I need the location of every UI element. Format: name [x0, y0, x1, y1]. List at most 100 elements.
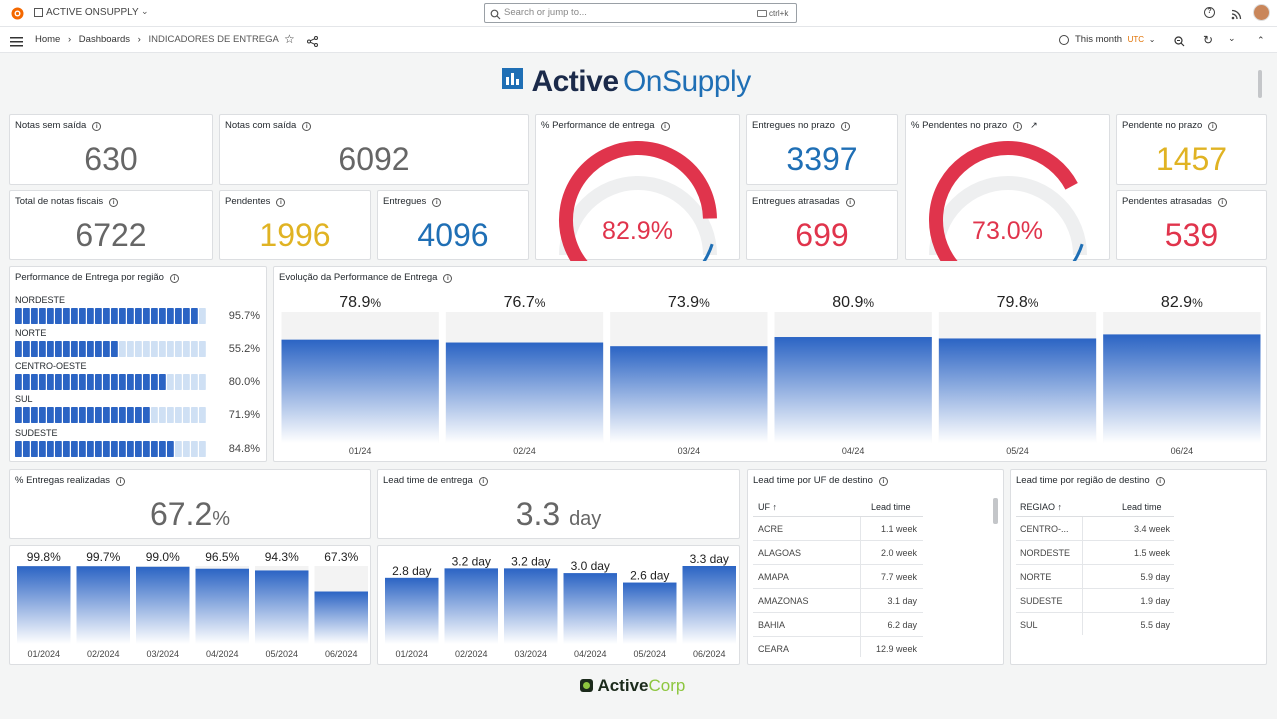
- info-icon[interactable]: i: [1208, 122, 1218, 131]
- bar[interactable]: [385, 577, 439, 644]
- chevron-down-icon[interactable]: ⌄: [141, 6, 149, 17]
- info-icon[interactable]: i: [169, 274, 179, 283]
- info-icon[interactable]: i: [116, 477, 126, 486]
- column-header-lead-time[interactable]: Lead time: [871, 502, 911, 512]
- column-header-label: UF: [758, 502, 770, 512]
- bar[interactable]: [444, 568, 499, 644]
- region-bar-segment-filled: [167, 308, 174, 324]
- info-icon[interactable]: i: [92, 122, 102, 131]
- clock-icon: [1059, 35, 1069, 45]
- panel-pendentes: Pendentes i 1996: [219, 190, 371, 260]
- bar[interactable]: [281, 339, 439, 443]
- table-row[interactable]: NORDESTE 1.5 week: [1016, 541, 1174, 565]
- scrollbar-thumb[interactable]: [1258, 70, 1262, 98]
- table-row[interactable]: AMAPA 7.7 week: [753, 565, 923, 589]
- region-bar-segment-filled: [95, 407, 102, 423]
- region-bar-segment-empty: [183, 374, 190, 390]
- bar[interactable]: [682, 566, 737, 644]
- region-label: SUL: [15, 394, 33, 404]
- info-icon[interactable]: i: [845, 198, 855, 207]
- region-label: NORDESTE: [15, 295, 66, 305]
- bar[interactable]: [445, 342, 604, 443]
- info-icon[interactable]: i: [878, 477, 888, 486]
- info-icon[interactable]: i: [443, 274, 453, 283]
- x-tick-label: 02/2024: [87, 649, 120, 659]
- info-icon[interactable]: i: [432, 198, 442, 207]
- column-header-uf[interactable]: UF ↑: [758, 502, 777, 512]
- breadcrumb-home[interactable]: Home: [35, 34, 60, 45]
- user-avatar[interactable]: [1253, 4, 1270, 21]
- table-scrollbar[interactable]: [993, 498, 998, 524]
- table-row[interactable]: SUDESTE 1.9 day: [1016, 589, 1174, 613]
- search-input[interactable]: Search or jump to... ctrl+k: [484, 3, 797, 23]
- table-row[interactable]: CEARA 12.9 week: [753, 637, 923, 657]
- table-row[interactable]: ACRE 1.1 week: [753, 517, 923, 541]
- table-row[interactable]: SUL 5.5 day: [1016, 613, 1174, 635]
- bar[interactable]: [76, 566, 131, 644]
- panel-title: Performance de Entrega por região: [15, 272, 164, 283]
- region-bar-segment-filled: [159, 441, 166, 457]
- active-corp-logo: ActiveCorp: [580, 676, 685, 696]
- bar[interactable]: [255, 570, 309, 644]
- region-label: SUDESTE: [15, 428, 58, 438]
- region-bar-segment-filled: [23, 407, 30, 423]
- star-icon[interactable]: ☆: [284, 32, 295, 46]
- info-icon[interactable]: i: [109, 198, 119, 207]
- app-title[interactable]: ACTIVE ONSUPPLY: [46, 7, 139, 18]
- column-header-lead-time[interactable]: Lead time: [1122, 502, 1162, 512]
- refresh-icon[interactable]: ↻: [1203, 33, 1213, 47]
- region-bar-segment-filled: [103, 441, 110, 457]
- info-icon[interactable]: i: [1155, 477, 1165, 486]
- bar[interactable]: [136, 566, 190, 644]
- stat-value: 6722: [75, 217, 147, 253]
- x-tick-label: 03/2024: [514, 649, 547, 659]
- table-row[interactable]: ALAGOAS 2.0 week: [753, 541, 923, 565]
- breadcrumb-dashboards[interactable]: Dashboards: [79, 34, 130, 45]
- table-row[interactable]: BAHIA 6.2 day: [753, 613, 923, 637]
- menu-icon[interactable]: [10, 34, 23, 47]
- region-bar-segment-filled: [55, 441, 62, 457]
- info-icon[interactable]: i: [478, 477, 488, 486]
- bar[interactable]: [938, 338, 1097, 443]
- region-bar-segment-filled: [39, 407, 46, 423]
- active-corp-icon: [580, 679, 593, 692]
- rss-icon[interactable]: [1231, 7, 1242, 25]
- panel-title: Entregues: [383, 196, 427, 207]
- bar-value-label: 80.9%: [832, 294, 874, 311]
- stat-value: 67.2%: [10, 496, 370, 533]
- region-bar-segment-filled: [159, 374, 166, 390]
- region-bar-segment-filled: [79, 374, 86, 390]
- cell-regiao: SUDESTE: [1020, 596, 1063, 606]
- x-tick-label: 05/2024: [633, 649, 666, 659]
- bar[interactable]: [195, 568, 250, 644]
- bar[interactable]: [504, 568, 558, 644]
- grafana-logo-icon[interactable]: [10, 6, 25, 21]
- info-icon[interactable]: i: [1217, 198, 1227, 207]
- table-row[interactable]: CENTRO-... 3.4 week: [1016, 517, 1174, 541]
- info-icon[interactable]: i: [302, 122, 312, 131]
- bar[interactable]: [623, 582, 677, 644]
- refresh-chevron-down-icon[interactable]: ⌄: [1228, 33, 1236, 44]
- column-header-regiao[interactable]: REGIAO ↑: [1020, 502, 1062, 512]
- info-icon[interactable]: i: [276, 198, 286, 207]
- time-range-picker[interactable]: This month UTC ⌄: [1075, 34, 1155, 45]
- bar[interactable]: [17, 566, 71, 644]
- region-bar-segment-filled: [159, 308, 166, 324]
- region-bar-segment-filled: [87, 374, 94, 390]
- region-bar-segment-empty: [191, 341, 198, 357]
- table-row[interactable]: NORTE 5.9 day: [1016, 565, 1174, 589]
- zoom-out-icon[interactable]: [1174, 34, 1185, 52]
- bar[interactable]: [774, 337, 932, 443]
- share-icon[interactable]: [307, 34, 318, 52]
- bar[interactable]: [563, 573, 618, 644]
- collapse-chevron-up-icon[interactable]: ⌃: [1257, 35, 1265, 46]
- region-bar-segment-filled: [15, 407, 22, 423]
- help-icon[interactable]: ?: [1204, 7, 1215, 18]
- region-bar-segment-filled: [55, 308, 62, 324]
- info-icon[interactable]: i: [840, 122, 850, 131]
- bar[interactable]: [1103, 334, 1261, 443]
- bar[interactable]: [610, 346, 768, 443]
- panel-pendentes-gauge: % Pendentes no prazo i ↗ 73.0%: [905, 114, 1110, 261]
- bar[interactable]: [314, 591, 369, 644]
- table-row[interactable]: AMAZONAS 3.1 day: [753, 589, 923, 613]
